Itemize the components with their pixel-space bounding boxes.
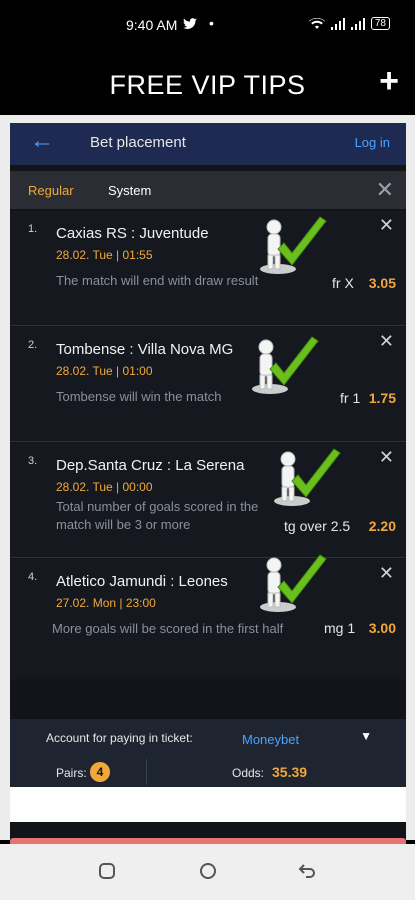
bet-placement-title: Bet placement [90,134,186,151]
tab-system[interactable]: System [108,183,151,198]
home-icon[interactable] [199,862,217,885]
bet-description: More goals will be scored in the first h… [52,621,284,636]
chevron-down-icon[interactable]: ▼ [360,729,372,743]
bet-description: The match will end with draw result [56,273,259,288]
bet-match: Tombense : Villa Nova MG [56,341,234,358]
remove-bet-icon[interactable]: ✕ [379,563,394,584]
signal-icon [330,17,345,30]
bet-number: 4. [28,571,38,583]
recents-icon[interactable] [98,862,116,885]
account-select[interactable]: Moneybet [242,732,299,747]
pairs-label: Pairs: [56,766,87,780]
bet-odd: 2.20 [368,518,396,534]
app-bar: FREE VIP TIPS + [0,52,415,115]
bet-market: fr X [332,275,354,291]
wifi-icon [308,17,325,29]
twitter-icon [183,17,197,33]
bet-odd: 3.00 [368,620,396,636]
odds-label: Odds: [232,766,265,780]
bet-date: 27.02. Mon | 23:00 [56,596,156,610]
bet-odd: 3.05 [368,275,396,291]
back-icon[interactable] [298,862,316,885]
checkmark-figure-icon [274,448,341,506]
add-button[interactable]: + [379,62,399,101]
login-link[interactable]: Log in [355,135,390,150]
close-all-icon[interactable]: ✕ [376,177,394,203]
bet-market: fr 1 [340,390,361,406]
status-bar: 9:40 AM • 78 [0,0,415,52]
status-icons: 78 [308,17,390,30]
remove-bet-icon[interactable]: ✕ [379,215,394,236]
tab-regular[interactable]: Regular [28,183,74,198]
ticket-footer: Account for paying in ticket: Moneybet ▼… [10,719,406,793]
bet-placement-header: ← Bet placement Log in [10,123,406,165]
bet-type-tabs: Regular System ✕ [10,171,406,209]
system-nav-bar [0,844,415,900]
bet-date: 28.02. Tue | 01:00 [56,364,153,378]
bet-odd: 1.75 [368,390,396,406]
bet-market: mg 1 [324,620,356,636]
checkmark-figure-icon [252,336,319,394]
remove-bet-icon[interactable]: ✕ [379,331,394,352]
bet-market: tg over 2.5 [284,518,351,534]
bet-number: 1. [28,223,38,235]
footer-divider [146,759,147,785]
signal-icon-2 [350,17,365,30]
bet-slip-card: ← Bet placement Log in Regular System ✕ … [10,123,406,900]
battery-icon: 78 [370,17,390,30]
bet-row: 3. Dep.Santa Cruz : La Serena 28.02. Tue… [10,443,406,558]
remove-bet-icon[interactable]: ✕ [379,447,394,468]
bottom-white-panel [10,787,406,822]
bet-description: Total number of goals scored in the matc… [56,499,259,532]
bet-number: 2. [28,339,38,351]
status-time: 9:40 AM [126,17,178,33]
bet-match: Atletico Jamundi : Leones [56,573,228,590]
notification-dot: • [209,15,214,31]
account-label: Account for paying in ticket: [46,731,193,745]
app-title: FREE VIP TIPS [109,70,306,100]
bet-row: 2. Tombense : Villa Nova MG 28.02. Tue |… [10,327,406,442]
back-arrow-icon[interactable]: ← [30,127,54,155]
checkmark-figure-icon [260,554,327,612]
bet-date: 28.02. Tue | 01:55 [56,248,153,262]
checkmark-figure-icon [260,216,327,274]
bet-match: Caxias RS : Juventude [56,225,209,242]
bet-number: 3. [28,455,38,467]
bet-match: Dep.Santa Cruz : La Serena [56,457,245,474]
total-odds: 35.39 [272,764,308,780]
bet-row: 4. Atletico Jamundi : Leones 27.02. Mon … [10,554,406,679]
pairs-count-badge: 4 [90,762,110,782]
bet-row: 1. Caxias RS : Juventude 28.02. Tue | 01… [10,211,406,326]
bet-date: 28.02. Tue | 00:00 [56,480,153,494]
